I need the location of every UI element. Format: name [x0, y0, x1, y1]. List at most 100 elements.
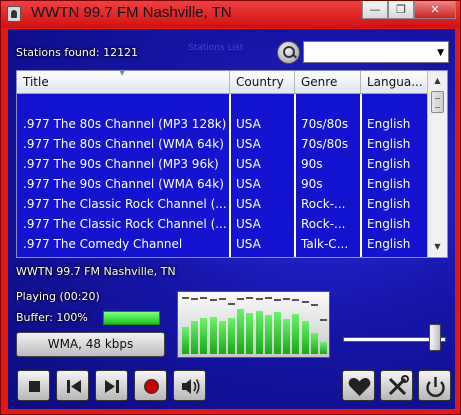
title-bar[interactable]: WWTN 99.7 FM Nashville, TN — ❐ ✕: [1, 1, 460, 28]
table-header: Title ▼ Country Genre Langua...: [17, 68, 427, 94]
cell-language: English: [367, 117, 411, 131]
column-header-genre[interactable]: Genre: [295, 71, 361, 94]
spectrum-peak: [274, 299, 281, 301]
stop-icon: [29, 381, 40, 392]
power-button[interactable]: [418, 370, 451, 401]
scroll-thumb[interactable]: [431, 91, 444, 113]
stations-table: Title ▼ Country Genre Langua... .977 The…: [16, 68, 448, 258]
cell-language: English: [367, 177, 411, 191]
favorites-button[interactable]: [342, 370, 375, 401]
cell-title: .977 The 80s Channel (MP3 128k): [23, 117, 227, 131]
spectrum-peak: [218, 298, 226, 300]
spectrum-visualizer: [177, 291, 330, 358]
cell-genre: Talk-C...: [301, 237, 349, 251]
stations-list-label: Stations List: [188, 43, 244, 53]
table-row[interactable]: .977 The Classic Rock Channel (... USA Roc…: [17, 194, 427, 214]
spectrum-bar: [246, 313, 254, 354]
spectrum-bar: [301, 321, 309, 354]
spectrum-peak: [283, 298, 291, 300]
spectrum-peak: [200, 297, 208, 299]
cell-genre: [295, 94, 359, 114]
volume-slider-thumb[interactable]: [429, 324, 442, 351]
mute-button[interactable]: [173, 370, 206, 401]
table-row[interactable]: .977 The 80s Channel (MP3 128k) USA 70s/80…: [17, 114, 427, 134]
radio-app-icon: [7, 6, 21, 22]
spectrum-peak: [209, 299, 217, 301]
table-row[interactable]: [17, 94, 427, 114]
close-button[interactable]: ✕: [414, 1, 456, 19]
cell-country: USA: [236, 117, 261, 131]
cell-genre: 90s: [301, 157, 323, 171]
spectrum-peak: [191, 298, 199, 300]
dropdown-arrow-icon[interactable]: ▼: [437, 48, 444, 58]
scroll-up-icon[interactable]: ▲: [428, 73, 447, 89]
stop-button[interactable]: [17, 370, 50, 401]
spectrum-bar: [310, 333, 318, 354]
table-body: .977 The 80s Channel (MP3 128k) USA 70s/80…: [17, 94, 427, 257]
cell-language: [361, 94, 427, 114]
record-button[interactable]: [134, 370, 167, 401]
cell-title: .977 The 90s Channel (MP3 96k): [23, 157, 219, 171]
settings-button[interactable]: [380, 370, 413, 401]
column-header-language[interactable]: Langua...: [361, 71, 427, 94]
spectrum-peak: [246, 297, 254, 299]
spectrum-bar: [228, 318, 235, 354]
tools-icon: [388, 375, 409, 396]
cell-language: English: [367, 157, 411, 171]
spectrum-bar: [237, 309, 245, 354]
search-icon[interactable]: [277, 41, 300, 64]
cell-language: English: [367, 237, 411, 251]
window-title: WWTN 99.7 FM Nashville, TN: [31, 4, 232, 21]
spectrum-bar: [182, 327, 189, 354]
cell-title: .977 The Classic Rock Channel (...: [23, 217, 227, 231]
spectrum-peak: [310, 304, 318, 306]
cell-country: USA: [236, 217, 261, 231]
table-scrollbar[interactable]: ▲ ▼: [427, 71, 447, 257]
sort-indicator-icon: ▼: [119, 68, 126, 77]
stations-count: Stations found: 12121: [16, 46, 139, 59]
buffer-progress-bar: [103, 311, 160, 325]
spectrum-peak: [320, 319, 327, 321]
spectrum-bar: [320, 342, 327, 354]
cell-genre: Rock-...: [301, 217, 346, 231]
cell-country: USA: [236, 237, 261, 251]
maximize-button[interactable]: ❐: [388, 1, 414, 19]
table-row[interactable]: .977 The 80s Channel (WMA 64k) USA 70s/80s…: [17, 134, 427, 154]
cell-title: .977 The Classic Rock Channel (...: [23, 197, 227, 211]
now-playing-title: WWTN 99.7 FM Nashville, TN: [16, 265, 176, 278]
app-window: WWTN 99.7 FM Nashville, TN — ❐ ✕ Station…: [0, 0, 461, 415]
playback-status: Playing (00:20): [16, 290, 100, 303]
table-row[interactable]: .977 The Comedy Channel USA Talk-C... Engli…: [17, 234, 427, 254]
minimize-button[interactable]: —: [362, 1, 388, 19]
spectrum-peak: [255, 298, 263, 300]
record-icon: [144, 379, 159, 394]
previous-icon: [67, 380, 81, 393]
column-header-country[interactable]: Country: [230, 71, 295, 94]
next-button[interactable]: [95, 370, 128, 401]
cell-country: USA: [236, 157, 261, 171]
spectrum-peak: [237, 298, 245, 300]
spectrum-bar: [274, 312, 281, 354]
cell-genre: 90s: [301, 177, 323, 191]
heart-icon: [348, 378, 371, 396]
search-input[interactable]: ▼: [303, 41, 449, 63]
spectrum-peak: [301, 301, 309, 303]
spectrum-bar: [209, 317, 217, 354]
cell-language: English: [367, 197, 411, 211]
cell-country: [230, 94, 293, 114]
previous-button[interactable]: [56, 370, 89, 401]
cell-title: .977 The 90s Channel (WMA 64k): [23, 177, 224, 191]
cell-country: USA: [236, 177, 261, 191]
table-row[interactable]: .977 The 90s Channel (WMA 64k) USA 90s Engl…: [17, 174, 427, 194]
table-row[interactable]: .977 The 90s Channel (MP3 96k) USA 90s Engl…: [17, 154, 427, 174]
table-row[interactable]: .977 The Classic Rock Channel (... USA Roc…: [17, 214, 427, 234]
spectrum-bar: [292, 314, 300, 354]
spectrum-bar: [200, 318, 208, 354]
scroll-down-icon[interactable]: ▼: [428, 239, 447, 255]
cell-genre: Rock-...: [301, 197, 346, 211]
codec-button[interactable]: WMA, 48 kbps: [16, 332, 165, 357]
spectrum-bar: [255, 311, 263, 354]
next-icon: [105, 380, 119, 393]
spectrum-peak: [228, 303, 235, 305]
cell-country: USA: [236, 137, 261, 151]
